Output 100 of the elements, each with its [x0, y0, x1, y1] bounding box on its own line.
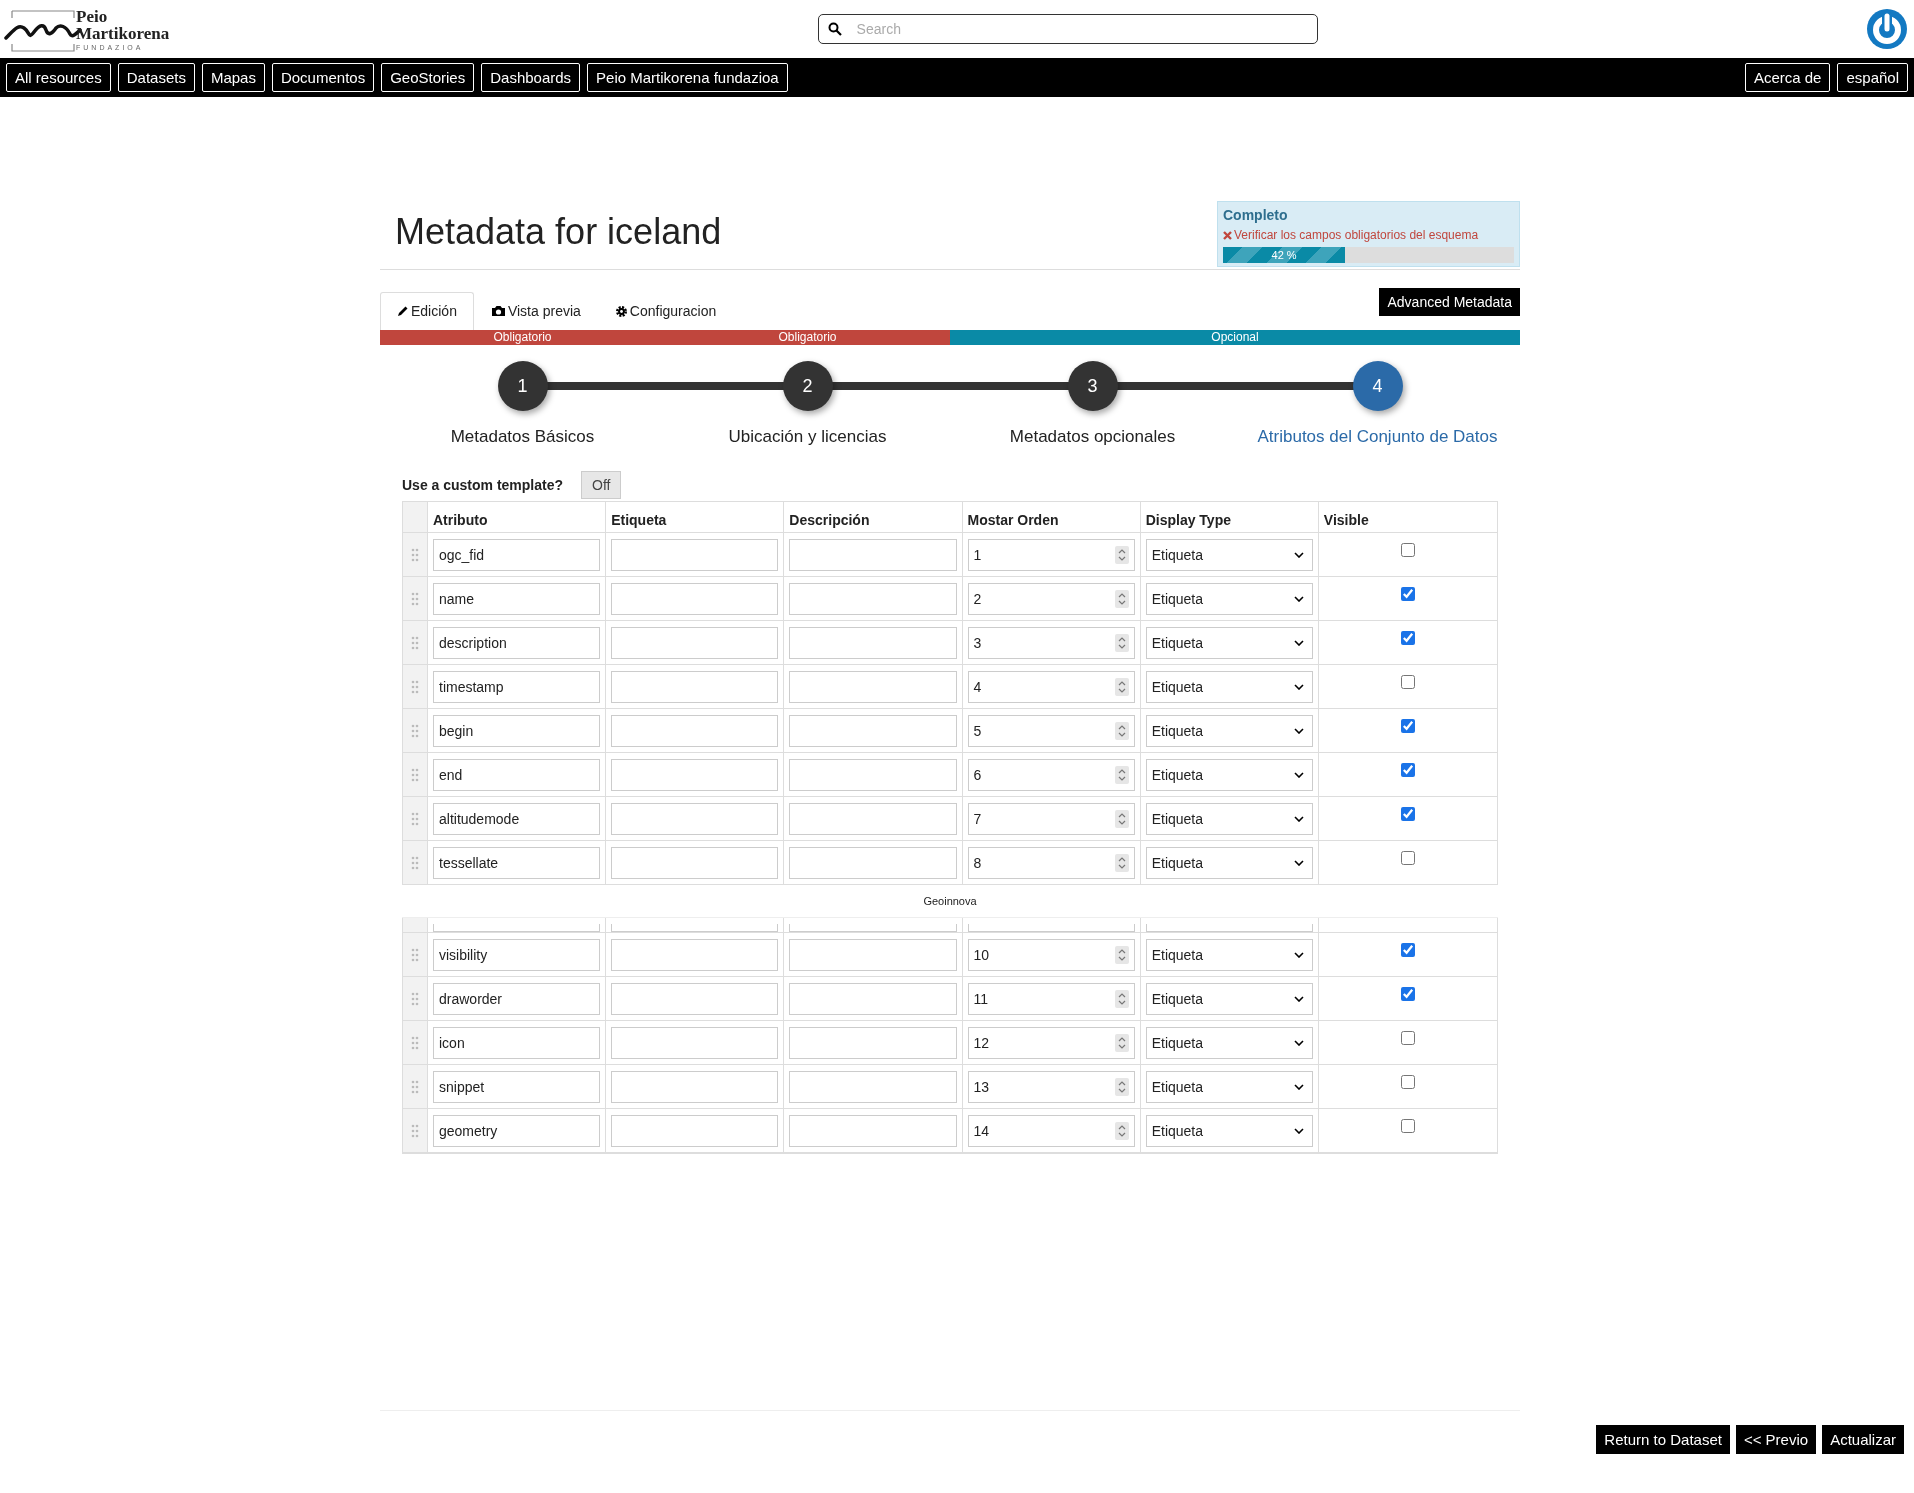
input-field[interactable]: timestamp	[433, 670, 601, 703]
spinner-icon[interactable]	[1114, 1033, 1129, 1052]
display-type-select[interactable]: Etiqueta	[1145, 626, 1313, 659]
visible-checkbox[interactable]	[1400, 943, 1415, 957]
input-field[interactable]: description	[433, 626, 601, 659]
input-field[interactable]	[789, 1070, 957, 1103]
number-field[interactable]: 4	[967, 670, 1135, 703]
display-type-select[interactable]: Etiqueta	[1145, 1070, 1313, 1103]
display-type-select[interactable]: Etiqueta	[1145, 714, 1313, 747]
drag-handle-icon[interactable]	[411, 947, 419, 962]
input-field[interactable]	[789, 626, 957, 659]
display-type-select[interactable]: Etiqueta	[1145, 802, 1313, 835]
spinner-icon[interactable]	[1114, 677, 1129, 696]
visible-checkbox[interactable]	[1400, 719, 1415, 733]
input-field[interactable]	[611, 538, 779, 571]
step-circle[interactable]: 4	[1352, 361, 1403, 411]
drag-handle-icon[interactable]	[411, 1035, 419, 1050]
input-field[interactable]	[611, 938, 779, 971]
visible-checkbox[interactable]	[1400, 587, 1415, 601]
step-label[interactable]: Metadatos opcionales	[1009, 427, 1176, 447]
drag-handle-icon[interactable]	[411, 1123, 419, 1138]
spinner-icon[interactable]	[1114, 809, 1129, 828]
input-field[interactable]	[611, 758, 779, 791]
spinner-icon[interactable]	[1114, 633, 1129, 652]
input-field[interactable]: snippet	[433, 1070, 601, 1103]
input-field[interactable]	[789, 1114, 957, 1147]
display-type-select[interactable]: Etiqueta	[1145, 670, 1313, 703]
input-field[interactable]: name	[433, 582, 601, 615]
input-field[interactable]: ogc_fid	[433, 538, 601, 571]
number-field[interactable]: 13	[967, 1070, 1135, 1103]
nav-link[interactable]: Dashboards	[481, 63, 581, 92]
drag-handle-icon[interactable]	[411, 991, 419, 1006]
input-field[interactable]	[611, 802, 779, 835]
spinner-icon[interactable]	[1114, 765, 1129, 784]
input-field[interactable]	[611, 1026, 779, 1059]
input-field[interactable]	[611, 582, 779, 615]
footer-button[interactable]: << Previo	[1735, 1425, 1817, 1454]
number-field[interactable]: 3	[967, 626, 1135, 659]
drag-handle-icon[interactable]	[411, 855, 419, 870]
input-field[interactable]: begin	[433, 714, 601, 747]
visible-checkbox[interactable]	[1400, 1031, 1415, 1045]
display-type-select[interactable]: Etiqueta	[1145, 582, 1313, 615]
input-field[interactable]	[611, 982, 779, 1015]
input-field[interactable]	[611, 714, 779, 747]
number-field[interactable]: 5	[967, 714, 1135, 747]
input-field[interactable]	[789, 846, 957, 879]
input-field[interactable]	[789, 538, 957, 571]
visible-checkbox[interactable]	[1400, 763, 1415, 777]
nav-link[interactable]: Acerca de	[1744, 63, 1831, 92]
search-field[interactable]: Search	[817, 14, 1318, 44]
nav-link[interactable]: GeoStories	[381, 63, 475, 92]
spinner-icon[interactable]	[1114, 989, 1129, 1008]
drag-handle-icon[interactable]	[411, 1079, 419, 1094]
visible-checkbox[interactable]	[1400, 1075, 1415, 1089]
input-field[interactable]: draworder	[433, 982, 601, 1015]
drag-handle-icon[interactable]	[411, 591, 419, 606]
display-type-select[interactable]: Etiqueta	[1145, 758, 1313, 791]
number-field[interactable]: 7	[967, 802, 1135, 835]
step-label[interactable]: Metadatos Básicos	[450, 427, 595, 447]
drag-handle-icon[interactable]	[411, 723, 419, 738]
step-circle[interactable]: 1	[497, 361, 548, 411]
input-field[interactable]: end	[433, 758, 601, 791]
visible-checkbox[interactable]	[1400, 543, 1415, 557]
input-field[interactable]	[611, 1114, 779, 1147]
drag-handle-icon[interactable]	[411, 811, 419, 826]
advanced-metadata-button[interactable]: Advanced Metadata	[1379, 288, 1520, 316]
spinner-icon[interactable]	[1114, 721, 1129, 740]
number-field[interactable]: 8	[967, 846, 1135, 879]
number-field[interactable]: 6	[967, 758, 1135, 791]
visible-checkbox[interactable]	[1400, 675, 1415, 689]
input-field[interactable]	[789, 758, 957, 791]
display-type-select[interactable]: Etiqueta	[1145, 982, 1313, 1015]
number-field[interactable]: 10	[967, 938, 1135, 971]
input-field[interactable]	[789, 714, 957, 747]
input-field[interactable]	[611, 670, 779, 703]
input-field[interactable]	[789, 670, 957, 703]
display-type-select[interactable]: Etiqueta	[1145, 1114, 1313, 1147]
display-type-select[interactable]: Etiqueta	[1145, 938, 1313, 971]
drag-handle-icon[interactable]	[411, 547, 419, 562]
spinner-icon[interactable]	[1114, 589, 1129, 608]
number-field[interactable]: 1	[967, 538, 1135, 571]
drag-handle-icon[interactable]	[411, 767, 419, 782]
visible-checkbox[interactable]	[1400, 1119, 1415, 1133]
input-field[interactable]	[433, 924, 601, 932]
input-field[interactable]	[611, 846, 779, 879]
input-field[interactable]	[611, 1070, 779, 1103]
visible-checkbox[interactable]	[1400, 851, 1415, 865]
input-field[interactable]: geometry	[433, 1114, 601, 1147]
nav-link[interactable]: Datasets	[117, 63, 195, 92]
visible-checkbox[interactable]	[1400, 631, 1415, 645]
input-field[interactable]	[789, 1026, 957, 1059]
spinner-icon[interactable]	[1114, 853, 1129, 872]
step-circle[interactable]: 3	[1067, 361, 1118, 411]
template-toggle[interactable]: Off	[581, 471, 622, 499]
display-type-select[interactable]: Etiqueta	[1145, 538, 1313, 571]
power-icon[interactable]	[1866, 8, 1908, 50]
input-field[interactable]: visibility	[433, 938, 601, 971]
visible-checkbox[interactable]	[1400, 987, 1415, 1001]
number-field[interactable]: 11	[967, 982, 1135, 1015]
input-field[interactable]: altitudemode	[433, 802, 601, 835]
